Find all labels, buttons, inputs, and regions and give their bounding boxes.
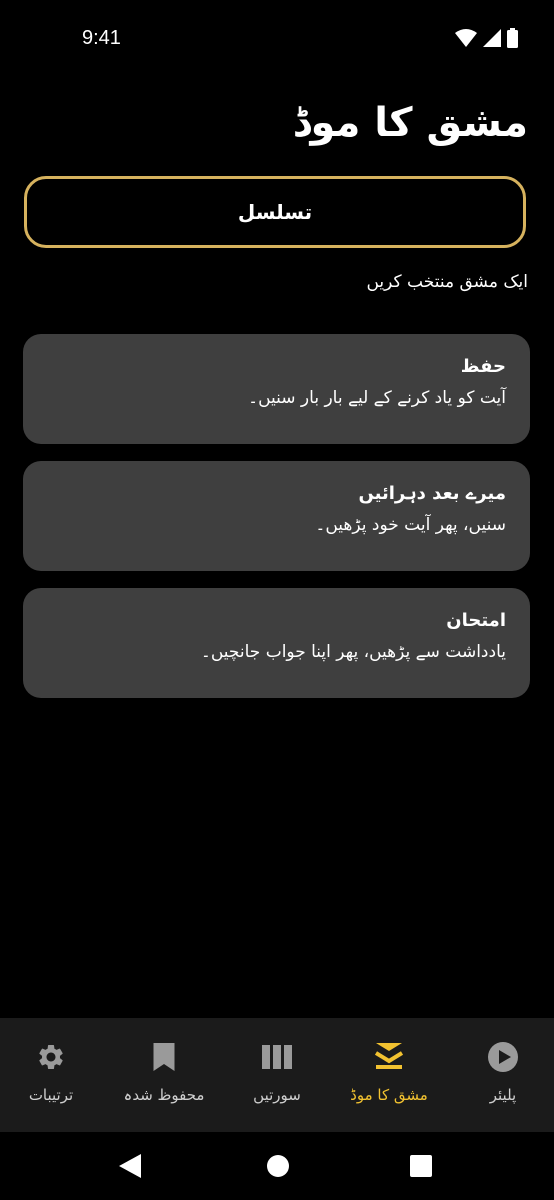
mode-card-description: آیت کو یاد کرنے کے لیے بار بار سنیں۔: [248, 388, 506, 408]
nav-item-player[interactable]: پلیئر: [460, 1018, 546, 1132]
mode-card-title: میرے بعد دہرائیں: [358, 483, 506, 504]
status-icons: [455, 28, 518, 48]
wifi-icon: [455, 29, 477, 47]
nav-item-saved[interactable]: محفوظ شدہ: [112, 1018, 216, 1132]
mode-card-repeat-after-me[interactable]: میرے بعد دہرائیں سنیں، پھر آیت خود پڑھیں…: [23, 461, 530, 571]
home-icon[interactable]: [266, 1154, 290, 1178]
bottom-navigation: ترتیبات محفوظ شدہ سورتیں مشق کا موڈ پلیئ…: [0, 1018, 554, 1132]
mode-card-title: امتحان: [446, 610, 506, 631]
bookmark-icon: [153, 1043, 175, 1071]
sequence-button-label: تسلسل: [237, 200, 313, 224]
mode-card-title: حفظ: [460, 356, 506, 377]
nav-label-practice-mode: مشق کا موڈ: [350, 1086, 428, 1104]
mode-card-memorize[interactable]: حفظ آیت کو یاد کرنے کے لیے بار بار سنیں۔: [23, 334, 530, 444]
page-title: مشق کا موڈ: [292, 100, 528, 146]
recents-icon[interactable]: [410, 1155, 432, 1177]
nav-label-saved: محفوظ شدہ: [123, 1086, 205, 1104]
nav-item-settings[interactable]: ترتیبات: [8, 1018, 94, 1132]
mode-card-test[interactable]: امتحان یادداشت سے پڑھیں، پھر اپنا جواب ج…: [23, 588, 530, 698]
sequence-button[interactable]: تسلسل: [24, 176, 526, 248]
nav-label-player: پلیئر: [489, 1086, 517, 1104]
status-time: 9:41: [82, 27, 121, 49]
nav-label-settings: ترتیبات: [28, 1086, 74, 1104]
system-navigation-bar: [0, 1132, 554, 1200]
cellular-signal-icon: [483, 29, 501, 47]
nav-label-surahs: سورتیں: [253, 1086, 301, 1104]
gear-icon: [39, 1045, 63, 1069]
battery-icon: [507, 28, 518, 48]
layers-icon: [374, 1043, 404, 1069]
status-bar: 9:41: [0, 0, 554, 80]
play-circle-icon: [488, 1042, 518, 1072]
back-icon[interactable]: [119, 1154, 141, 1178]
select-mode-hint: ایک مشق منتخب کریں: [366, 272, 528, 292]
mode-card-description: سنیں، پھر آیت خود پڑھیں۔: [315, 515, 506, 535]
mode-card-description: یادداشت سے پڑھیں، پھر اپنا جواب جانچیں۔: [200, 642, 506, 662]
nav-item-surahs[interactable]: سورتیں: [236, 1018, 318, 1132]
library-icon: [262, 1045, 292, 1069]
nav-item-practice-mode[interactable]: مشق کا موڈ: [340, 1018, 438, 1132]
